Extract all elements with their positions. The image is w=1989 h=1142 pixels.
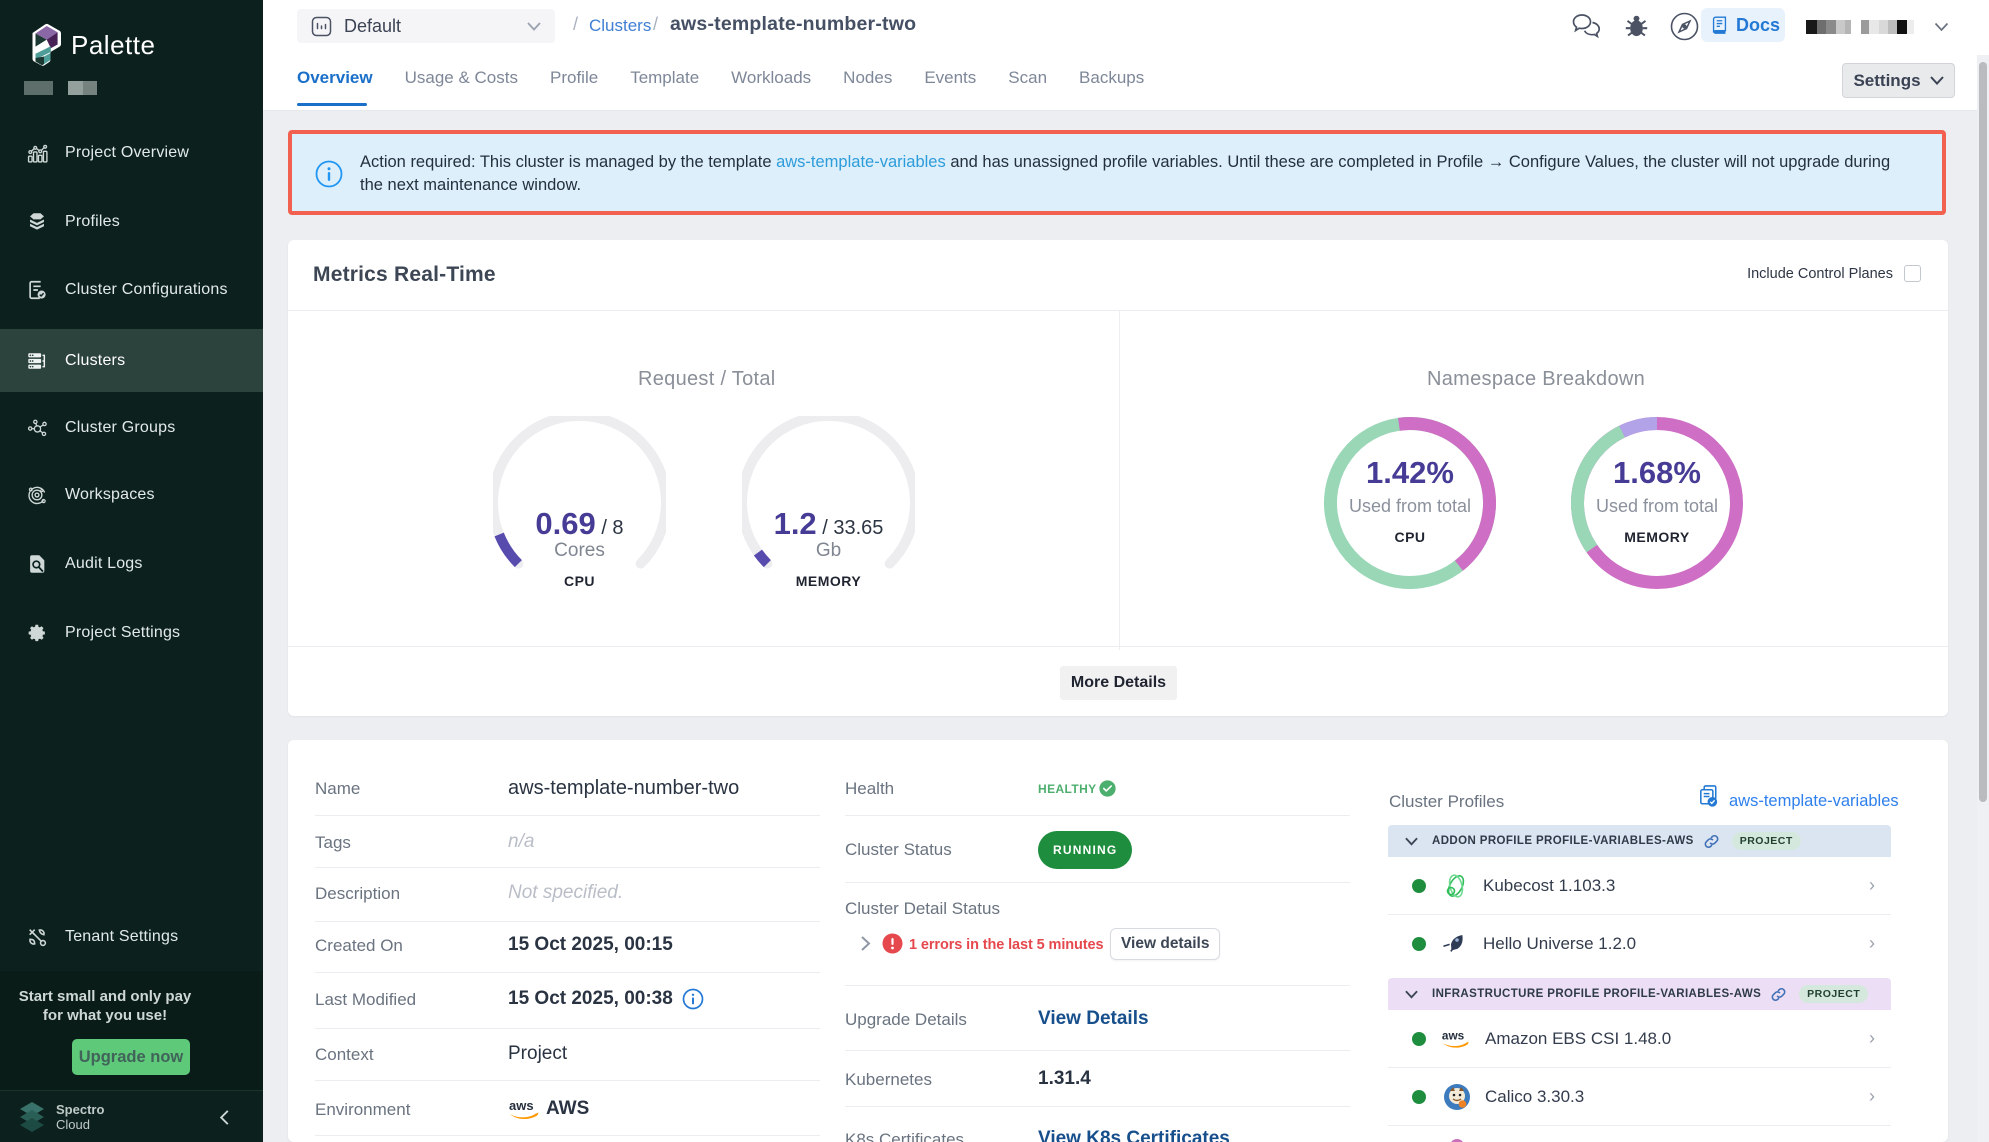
svg-text:aws: aws [509, 1098, 534, 1113]
svg-text:aws: aws [1442, 1028, 1465, 1042]
